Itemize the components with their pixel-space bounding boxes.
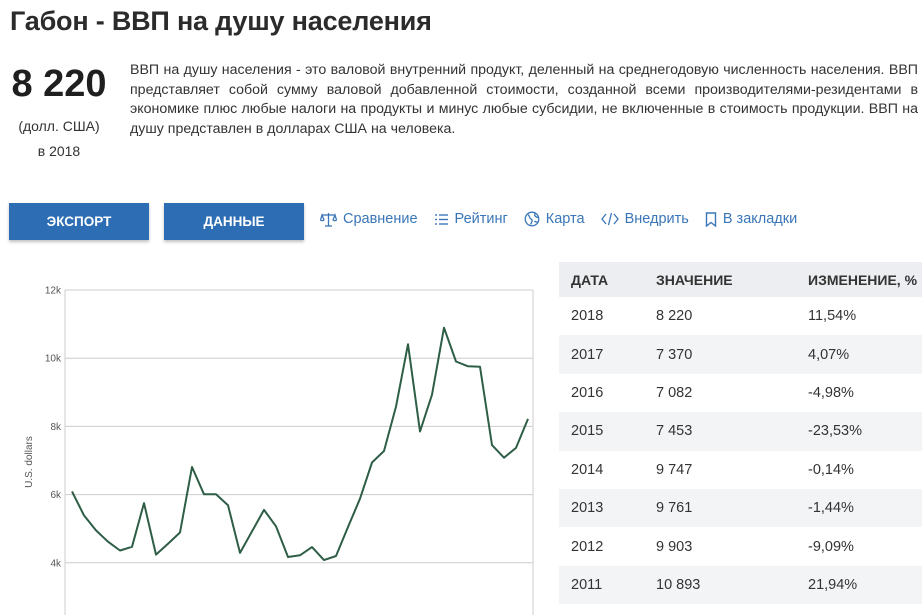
cell-change: -1,44% [808,500,854,517]
rating-link[interactable]: Рейтинг [434,211,508,227]
cell-change: -23,53% [808,423,863,440]
compare-link-label: Сравнение [343,211,418,227]
cell-date: 2016 [571,384,604,401]
bookmark-icon [705,211,717,227]
compare-link[interactable]: Сравнение [320,211,418,227]
action-links: Сравнение Рейтинг Карта Внедрить В закла… [320,211,813,227]
value-unit: (долл. США) [18,118,100,134]
cell-value: 10 893 [656,576,701,593]
current-value: 8 220 [11,63,107,105]
series-line[interactable] [71,326,529,562]
cell-date: 2018 [571,308,604,325]
cell-change: -9,09% [808,538,854,555]
code-icon [600,212,619,226]
current-value-block: 8 220 (долл. США) в 2018 [0,62,118,159]
y-axis-label: U.S. dollars [24,436,35,488]
cell-date: 2012 [571,538,604,555]
indicator-description: ВВП на душу населения - это валовой внут… [130,62,918,137]
cell-change: 4,07% [808,346,850,363]
table-row: 2014 9 747 -0,14% [559,451,922,489]
cell-value: 7 082 [656,384,693,401]
gdp-line-chart: 4k 6k 8k 10k 12k U.S. dollars [24,286,534,615]
value-year: в 2018 [37,143,81,159]
data-table: ДАТА ЗНАЧЕНИЕ ИЗМЕНЕНИЕ, % 2018 8 220 11… [559,262,922,605]
cell-change: -0,14% [808,461,854,478]
cell-value: 9 747 [656,461,693,478]
data-button[interactable]: ДАННЫЕ [164,203,304,240]
header-date[interactable]: ДАТА [559,272,656,288]
cell-date: 2013 [571,500,604,517]
bookmark-link-label: В закладки [722,211,798,227]
map-link[interactable]: Карта [524,211,585,227]
table-row: 2011 10 893 21,94% [559,565,922,605]
table-row: 2017 7 370 4,07% [559,335,922,374]
table-row: 2013 9 761 -1,44% [559,488,922,528]
cell-value: 7 453 [656,423,693,440]
header-value[interactable]: ЗНАЧЕНИЕ [656,272,808,288]
cell-value: 7 370 [656,346,693,363]
cell-date: 2015 [571,423,604,440]
scales-icon [320,212,337,227]
cell-value: 8 220 [656,308,693,325]
y-tick-label: 4k [50,558,62,569]
cell-date: 2011 [571,576,603,593]
y-tick-label: 6k [50,490,62,501]
table-row: 2015 7 453 -23,53% [559,412,922,451]
y-tick-label: 12k [45,286,62,297]
table-row: 2012 9 903 -9,09% [559,527,922,565]
cell-value: 9 761 [656,500,693,517]
table-row: 2018 8 220 11,54% [559,297,922,335]
cell-change: 11,54% [808,308,857,325]
list-icon [434,213,448,225]
cell-date: 2017 [571,346,604,363]
y-tick-label: 10k [45,354,62,365]
cell-change: -4,98% [808,384,854,401]
map-link-label: Карта [545,211,585,227]
table-row: 2016 7 082 -4,98% [559,374,922,412]
embed-link[interactable]: Внедрить [600,211,689,227]
bookmark-link[interactable]: В закладки [705,211,797,227]
page-title: Габон - ВВП на душу населения [10,6,432,36]
y-tick-label: 8k [50,422,62,433]
cell-value: 9 903 [656,538,693,555]
table-header: ДАТА ЗНАЧЕНИЕ ИЗМЕНЕНИЕ, % [559,262,922,297]
embed-link-label: Внедрить [624,211,689,227]
globe-icon [524,211,540,227]
header-change[interactable]: ИЗМЕНЕНИЕ, % [808,272,922,288]
cell-change: 21,94% [808,576,858,593]
export-button[interactable]: ЭКСПОРТ [9,203,149,240]
rating-link-label: Рейтинг [454,211,508,227]
cell-date: 2014 [571,461,604,478]
